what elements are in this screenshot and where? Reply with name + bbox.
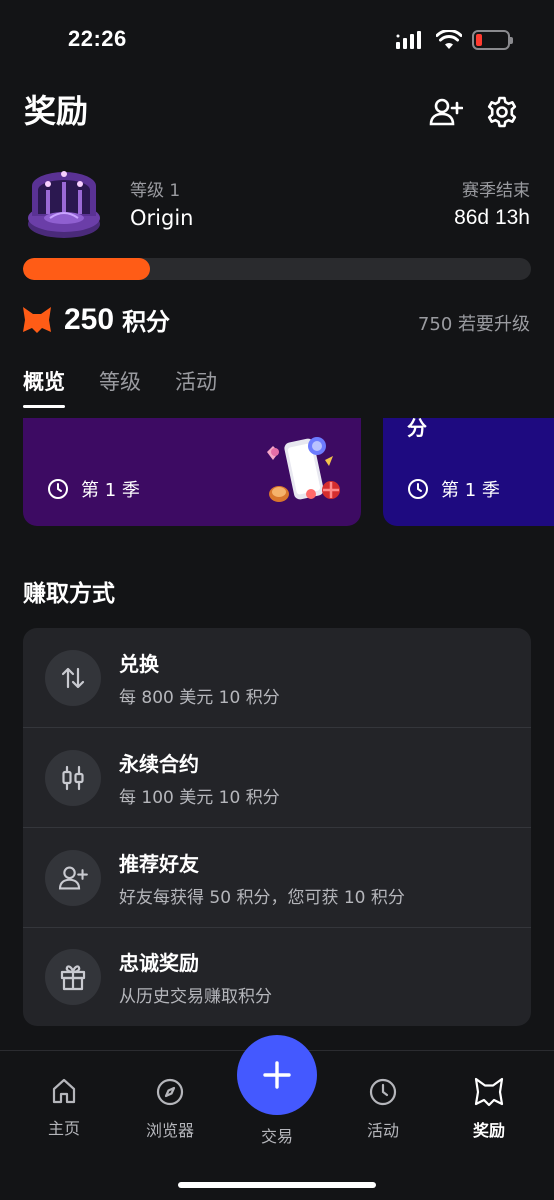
tab-levels[interactable]: 等级	[99, 366, 141, 408]
level-label: 等级 1	[130, 181, 181, 201]
clock-icon	[48, 479, 68, 499]
tab-bar: 概览 等级 活动	[23, 366, 217, 408]
trade-label: 交易	[260, 1127, 293, 1146]
compass-icon	[156, 1078, 184, 1106]
points-value: 250	[64, 302, 115, 336]
earn-item-name: 推荐好友	[119, 851, 199, 876]
earn-item-referral[interactable]: 推荐好友 好友每获得 50 积分，您可获 10 积分	[23, 828, 531, 928]
earn-item-name: 永续合约	[119, 751, 199, 776]
season-remaining: 86d 13h	[454, 206, 530, 229]
battery-fill	[476, 34, 482, 46]
page-title: 奖励	[24, 92, 89, 130]
wifi-icon	[436, 30, 462, 49]
earn-item-name: 兑换	[119, 651, 159, 676]
earn-item-perps[interactable]: 永续合约 每 100 美元 10 积分	[23, 728, 531, 828]
earn-item-desc: 每 100 美元 10 积分	[119, 787, 280, 808]
gift-icon	[60, 965, 86, 991]
status-icons	[396, 30, 513, 50]
tab-activity[interactable]: 活动	[175, 366, 217, 408]
earn-icon	[45, 849, 101, 906]
nav-label: 奖励	[472, 1121, 505, 1140]
nav-label: 浏览器	[145, 1121, 194, 1140]
level-progress-bar	[23, 258, 531, 280]
settings-button[interactable]	[482, 92, 522, 132]
add-friend-button[interactable]	[426, 92, 466, 132]
nav-rewards[interactable]: 奖励	[444, 1077, 534, 1141]
earn-item-desc: 每 800 美元 10 积分	[119, 687, 280, 708]
card-season: 第 1 季	[407, 476, 500, 502]
points-unit: 积分	[122, 308, 171, 336]
swap-icon	[61, 667, 85, 688]
signal-icon	[396, 31, 421, 49]
season-card[interactable]: 分 第 1 季	[383, 418, 554, 526]
earn-item-desc: 好友每获得 50 积分，您可获 10 积分	[119, 887, 405, 908]
clock-icon	[408, 479, 428, 499]
status-time: 22:26	[68, 26, 127, 51]
points-to-upgrade: 750 若要升级	[417, 314, 530, 335]
tab-overview[interactable]: 概览	[23, 366, 65, 408]
add-user-icon	[58, 866, 88, 889]
clock-icon	[369, 1078, 397, 1106]
earn-item-loyalty[interactable]: 忠诚奖励 从历史交易赚取积分	[23, 928, 531, 1026]
card-season-label: 第 1 季	[441, 480, 500, 501]
earn-item-name: 忠诚奖励	[119, 951, 199, 975]
home-indicator	[178, 1182, 376, 1188]
trade-fab-button[interactable]	[237, 1035, 317, 1115]
nav-label: 主页	[47, 1119, 80, 1138]
home-icon	[52, 1078, 76, 1104]
candlestick-icon	[62, 765, 84, 790]
battery-icon	[472, 30, 513, 50]
card-season-label: 第 1 季	[81, 480, 140, 501]
nav-activity[interactable]: 活动	[338, 1077, 428, 1141]
fox-icon	[474, 1077, 504, 1107]
points-row: 250 积分	[22, 302, 170, 337]
add-user-icon	[429, 98, 463, 126]
nav-label: 活动	[366, 1121, 399, 1140]
earn-icon	[45, 649, 101, 706]
earn-icon	[45, 949, 101, 1005]
phone-gift-illustration	[267, 437, 340, 502]
earn-list: 兑换 每 800 美元 10 积分 永续合约 每 100 美元 10 积分 推荐…	[23, 628, 531, 1026]
earn-item-desc: 从历史交易赚取积分	[119, 987, 272, 1007]
bottom-nav: 主页 浏览器 交易 活动 奖励	[0, 1035, 554, 1200]
earn-icon	[45, 749, 101, 806]
nav-browser[interactable]: 浏览器	[125, 1077, 215, 1141]
card-season: 第 1 季	[47, 476, 140, 502]
fox-icon	[23, 306, 51, 333]
level-badge-image	[28, 171, 100, 238]
level-progress-fill	[23, 258, 150, 280]
settings-icon	[487, 96, 517, 128]
plus-icon	[263, 1061, 291, 1089]
nav-home[interactable]: 主页	[19, 1077, 109, 1139]
card-title-partial: 分	[407, 418, 427, 440]
earn-item-swap[interactable]: 兑换 每 800 美元 10 积分	[23, 628, 531, 728]
level-name: Origin	[130, 206, 194, 230]
season-end-label: 赛季结束	[462, 181, 530, 201]
season-card[interactable]: 第 1 季	[23, 418, 361, 526]
earn-section-title: 赚取方式	[23, 581, 115, 607]
